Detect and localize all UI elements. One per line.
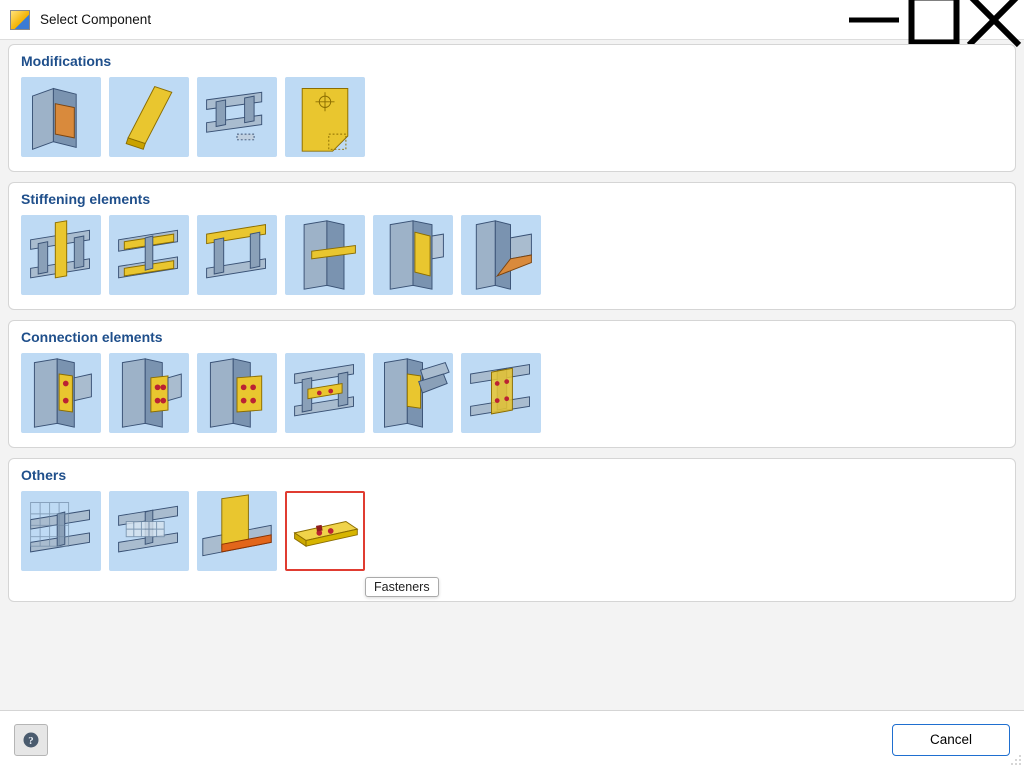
hole-drill-icon [287, 79, 363, 155]
dialog-title: Select Component [40, 12, 844, 27]
component-doubler-plate[interactable] [373, 215, 453, 295]
fin-plate-icon [111, 355, 187, 431]
thumbs-modifications [21, 77, 1003, 157]
component-plate[interactable] [109, 77, 189, 157]
cap-plate-top-icon [199, 217, 275, 293]
component-seat-plate[interactable] [285, 353, 365, 433]
close-button[interactable] [964, 0, 1024, 39]
component-widener-plate[interactable] [109, 215, 189, 295]
resize-grip-icon [1008, 752, 1022, 766]
component-fasteners[interactable]: Fasteners [285, 491, 365, 571]
maximize-button[interactable] [904, 0, 964, 39]
minimize-button[interactable] [844, 0, 904, 39]
component-haunch[interactable] [461, 215, 541, 295]
resize-grip[interactable] [1008, 752, 1022, 766]
plate-icon [111, 79, 187, 155]
component-hole-drill[interactable] [285, 77, 365, 157]
component-cleat-angle[interactable] [197, 353, 277, 433]
component-contact-surfaces[interactable] [109, 491, 189, 571]
grid-work-plane-icon [23, 493, 99, 569]
section-title-connection: Connection elements [21, 329, 1003, 345]
thumbs-stiffening [21, 215, 1003, 295]
component-rib-stiffener[interactable] [21, 215, 101, 295]
section-modifications: Modifications [8, 44, 1016, 172]
cancel-button[interactable]: Cancel [892, 724, 1010, 756]
help-icon: ? [21, 730, 41, 750]
fasteners-icon [287, 493, 363, 569]
dialog-window: Select Component Modifications [0, 0, 1024, 768]
end-plate-icon [23, 355, 99, 431]
component-grid-work-plane[interactable] [21, 491, 101, 571]
seat-plate-icon [287, 355, 363, 431]
splice-welded-icon [375, 355, 451, 431]
thumbs-connection [21, 353, 1003, 433]
component-fin-plate[interactable] [109, 353, 189, 433]
contact-surfaces-icon [111, 493, 187, 569]
help-button[interactable]: ? [14, 724, 48, 756]
section-stiffening: Stiffening elements [8, 182, 1016, 310]
footer: ? Cancel [0, 710, 1024, 768]
section-title-others: Others [21, 467, 1003, 483]
titlebar: Select Component [0, 0, 1024, 40]
thumbs-others: Fasteners [21, 491, 1003, 571]
opening-rectangular-icon [23, 79, 99, 155]
component-cover-plate[interactable] [461, 353, 541, 433]
svg-text:?: ? [28, 735, 33, 747]
weld-icon [199, 493, 275, 569]
component-cap-plate-between[interactable] [285, 215, 365, 295]
section-others: Others [8, 458, 1016, 602]
section-connection: Connection elements [8, 320, 1016, 448]
app-icon [10, 10, 30, 30]
component-cope-notch[interactable] [197, 77, 277, 157]
component-weld[interactable] [197, 491, 277, 571]
tooltip-fasteners: Fasteners [365, 577, 439, 597]
component-splice-welded[interactable] [373, 353, 453, 433]
cleat-angle-icon [199, 355, 275, 431]
rib-stiffener-icon [23, 217, 99, 293]
content-area: Modifications [0, 40, 1024, 710]
cope-notch-icon [199, 79, 275, 155]
widener-plate-icon [111, 217, 187, 293]
component-cap-plate-top[interactable] [197, 215, 277, 295]
section-title-modifications: Modifications [21, 53, 1003, 69]
component-end-plate[interactable] [21, 353, 101, 433]
component-opening-rectangular[interactable] [21, 77, 101, 157]
section-title-stiffening: Stiffening elements [21, 191, 1003, 207]
doubler-plate-icon [375, 217, 451, 293]
haunch-icon [463, 217, 539, 293]
cap-plate-between-icon [287, 217, 363, 293]
cover-plate-icon [463, 355, 539, 431]
window-controls [844, 0, 1024, 39]
